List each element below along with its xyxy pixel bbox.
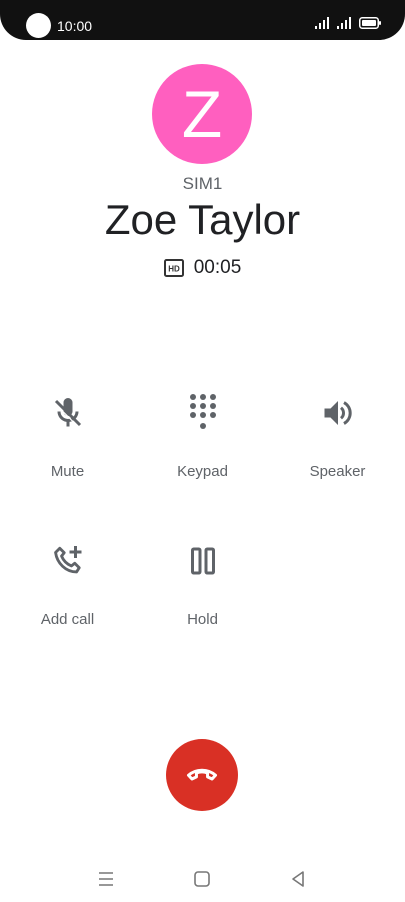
hold-button[interactable]: Hold [135,541,270,651]
keypad-label: Keypad [177,463,228,480]
speaker-label: Speaker [309,463,366,480]
hold-label: Hold [187,611,218,628]
mute-label: Mute [50,463,85,480]
mute-icon [0,393,135,433]
hold-icon [135,541,270,581]
home-icon[interactable] [191,868,213,890]
add-call-label: Add call [40,611,95,628]
hd-icon: HD [163,259,184,277]
back-icon[interactable] [287,868,309,890]
keypad-icon [135,393,270,433]
mute-button[interactable]: Mute [0,393,135,503]
speaker-button[interactable]: Speaker [270,393,405,503]
status-time: 10:00 [57,18,93,34]
status-bar: 10:00 [0,0,405,40]
call-duration: 00:05 [193,257,242,278]
battery-icon [359,17,381,29]
call-info: HD 00:05 [0,257,405,279]
speaker-icon [270,393,405,433]
signal-icon [337,17,353,29]
navigation-bar [0,860,405,896]
add-call-button[interactable]: Add call [0,541,135,651]
add-call-icon [0,541,135,581]
keypad-button[interactable]: Keypad [135,393,270,503]
sim-label: SIM1 [182,174,223,193]
contact-avatar: Z [152,64,252,164]
signal-icon [315,17,331,29]
end-call-icon [184,755,220,796]
camera-cutout [26,13,51,38]
end-call-button[interactable] [166,739,238,811]
menu-icon[interactable] [95,868,117,890]
contact-name: Zoe Taylor [104,196,301,243]
svg-text:HD: HD [168,265,180,274]
status-icons [315,17,381,29]
